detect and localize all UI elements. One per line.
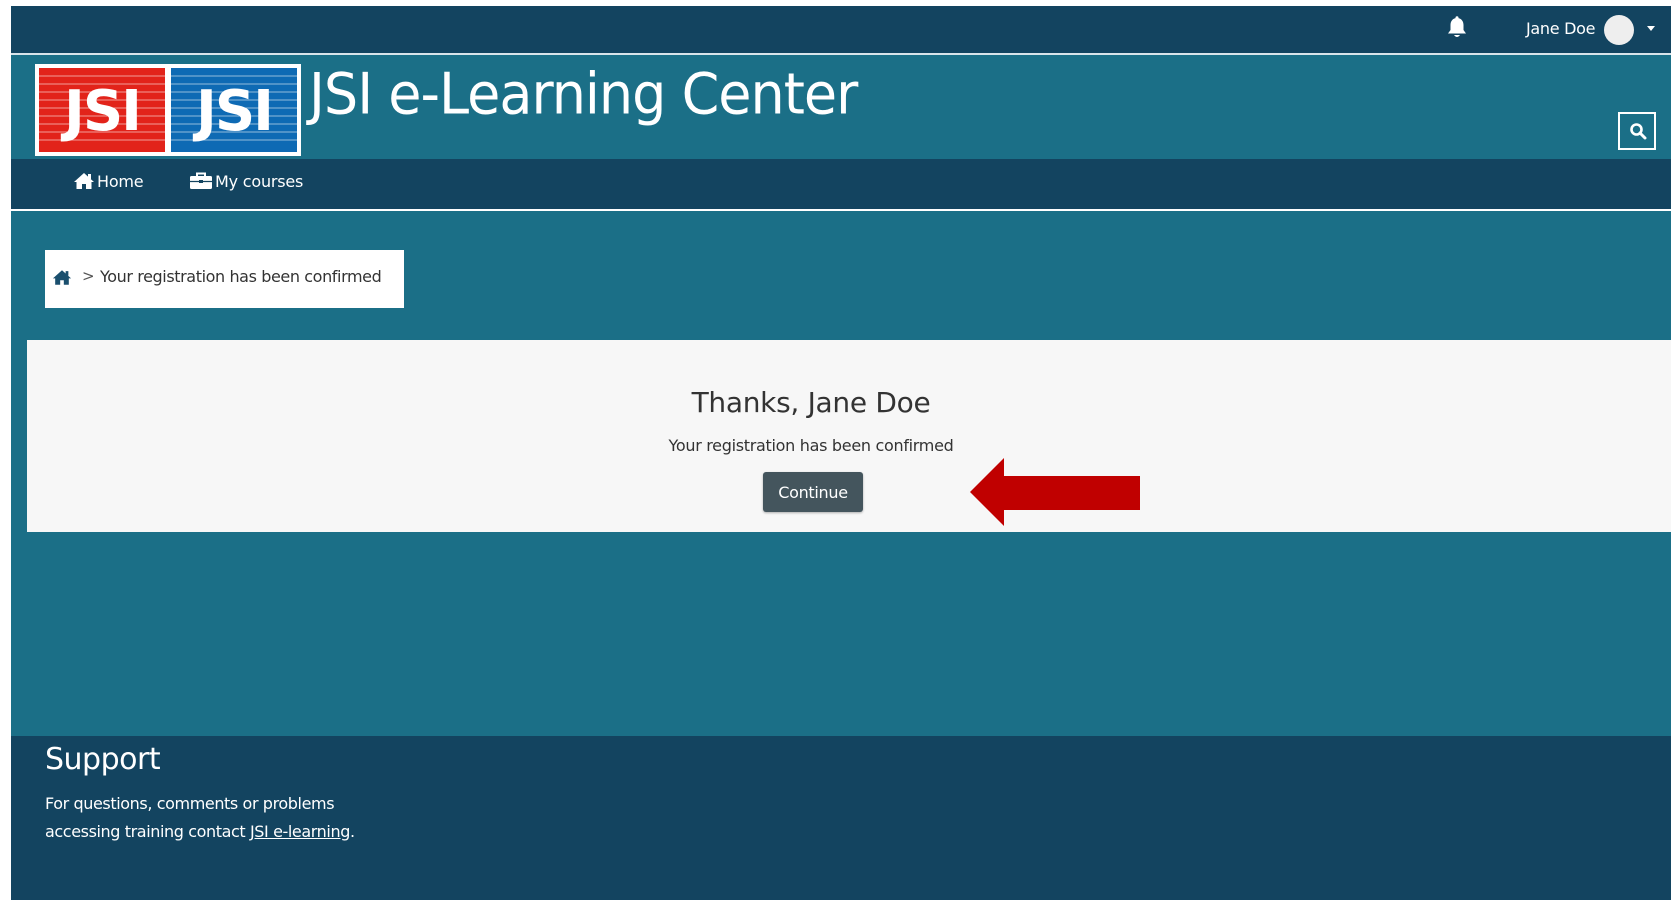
site-title[interactable]: JSI e-Learning Center	[309, 61, 858, 127]
confirmation-heading: Thanks, Jane Doe	[691, 386, 931, 419]
nav-item-my-courses-label: My courses	[215, 172, 304, 191]
user-avatar[interactable]	[1604, 15, 1634, 45]
support-text-end: .	[349, 822, 355, 841]
home-icon	[74, 173, 94, 189]
logo-text-right: JSI	[192, 79, 272, 144]
top-bar: Jane Doe	[11, 6, 1671, 55]
support-text: For questions, comments or problems acce…	[45, 790, 385, 846]
nav-item-home[interactable]: Home	[73, 172, 144, 196]
breadcrumb-home-icon[interactable]	[52, 269, 72, 290]
breadcrumb-separator: >	[82, 267, 95, 285]
caret-down-icon[interactable]	[1647, 26, 1655, 31]
nav-item-my-courses[interactable]: My courses	[189, 172, 303, 196]
breadcrumb: > Your registration has been confirmed	[45, 250, 404, 308]
jsi-logo[interactable]: JSI JSI	[35, 64, 301, 156]
bell-icon[interactable]	[1446, 16, 1468, 40]
confirmation-message: Your registration has been confirmed	[668, 436, 954, 455]
support-heading: Support	[45, 742, 161, 777]
continue-button[interactable]: Continue	[763, 472, 863, 512]
main-nav: Home My courses	[11, 159, 1671, 211]
briefcase-icon	[190, 172, 212, 189]
search-button[interactable]	[1618, 112, 1656, 150]
page-frame: Jane Doe JSI JSI JSI e-Learning Center H…	[11, 6, 1671, 900]
site-header: JSI JSI JSI e-Learning Center	[11, 55, 1671, 159]
support-contact-link[interactable]: JSI e-learning	[250, 822, 350, 841]
confirmation-card: Thanks, Jane Doe Your registration has b…	[27, 340, 1671, 532]
breadcrumb-current: Your registration has been confirmed	[100, 267, 382, 286]
site-footer: Support For questions, comments or probl…	[11, 736, 1671, 900]
user-name[interactable]: Jane Doe	[1526, 19, 1595, 38]
logo-text-left: JSI	[60, 79, 140, 144]
search-icon	[1630, 123, 1647, 140]
nav-item-home-label: Home	[97, 172, 144, 191]
arrow-annotation-icon	[970, 458, 1140, 526]
